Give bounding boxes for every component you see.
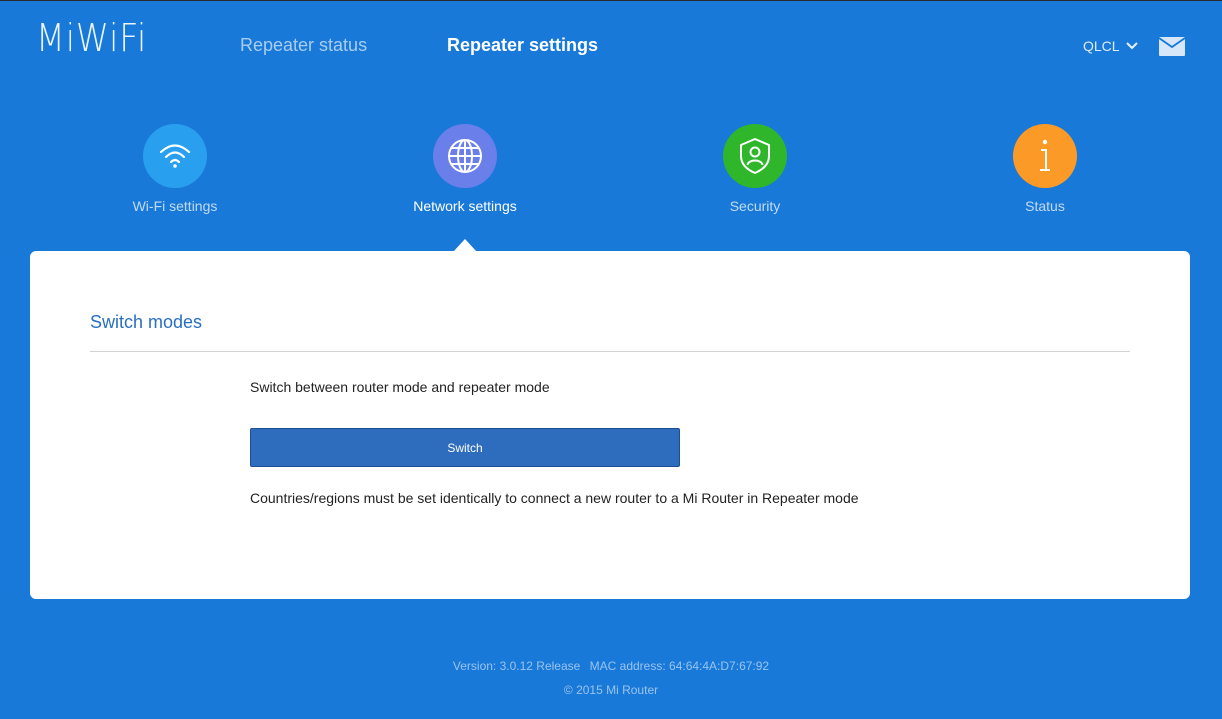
settings-panel: Switch modes Switch between router mode …: [30, 251, 1190, 599]
shield-user-icon: [723, 124, 787, 188]
chevron-down-icon: [1125, 42, 1138, 50]
globe-icon: [433, 124, 497, 188]
category-label: Wi-Fi settings: [132, 198, 218, 214]
category-label: Security: [729, 198, 781, 214]
mode-description: Switch between router mode and repeater …: [250, 379, 550, 395]
wifi-icon: [143, 124, 207, 188]
mail-icon[interactable]: [1158, 37, 1186, 61]
section-title: Switch modes: [90, 312, 203, 332]
mac-address-text: MAC address: 64:64:4A:D7:67:92: [589, 659, 770, 673]
info-icon: [1013, 124, 1077, 188]
category-label: Status: [1025, 198, 1065, 214]
user-menu[interactable]: QLCL: [1083, 38, 1138, 54]
nav-repeater-settings[interactable]: Repeater settings: [447, 35, 598, 56]
copyright-text: © 2015 Mi Router: [563, 683, 659, 697]
section-divider: [90, 351, 1130, 352]
miwifi-logo: MiWiFi: [36, 16, 148, 60]
category-security[interactable]: Security: [665, 124, 845, 214]
page: MiWiFi Repeater status Repeater settings…: [0, 0, 1222, 719]
window-top-border: [0, 0, 1222, 1]
category-status[interactable]: Status: [955, 124, 1135, 214]
category-label: Network settings: [413, 198, 517, 214]
switch-button[interactable]: Switch: [250, 428, 680, 467]
category-network-settings[interactable]: Network settings: [375, 124, 555, 214]
footer-info: Version: 3.0.12 Release MAC address: 64:…: [0, 659, 1222, 673]
nav-repeater-status[interactable]: Repeater status: [240, 35, 367, 56]
category-wifi-settings[interactable]: Wi-Fi settings: [85, 124, 265, 214]
version-text: Version: 3.0.12 Release: [452, 659, 581, 673]
username: QLCL: [1083, 38, 1120, 54]
region-note: Countries/regions must be set identicall…: [250, 490, 859, 506]
